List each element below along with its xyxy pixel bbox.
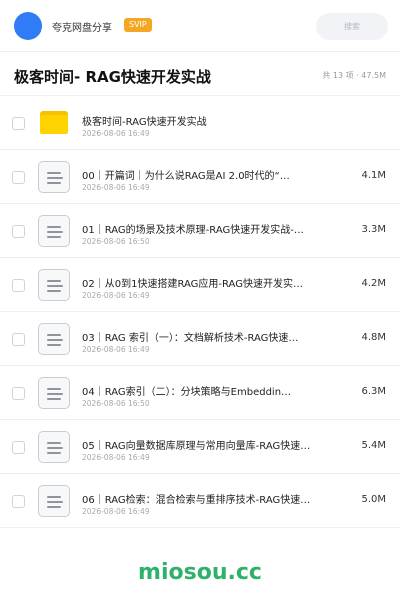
file-name: 03｜RAG 索引（一）：文档解析技术-RAG快速… [82,333,299,344]
select-checkbox[interactable] [12,117,25,130]
document-icon [38,431,70,463]
select-checkbox[interactable] [12,171,25,184]
watermark-text: miosou.cc [138,560,262,585]
select-checkbox[interactable] [12,387,25,400]
folder-icon [38,107,70,139]
file-size: 5.4M [361,440,386,451]
search-input[interactable]: 搜索 [316,13,388,40]
list-item[interactable]: 00｜开篇词｜为什么说RAG是AI 2.0时代的“… 2026-08-06 16… [0,150,400,204]
select-checkbox[interactable] [12,279,25,292]
avatar[interactable] [14,12,42,40]
document-icon [38,269,70,301]
document-icon [38,323,70,355]
file-size: 4.2M [361,278,386,289]
file-date: 2026-08-06 16:49 [82,453,150,462]
document-icon [38,161,70,193]
file-size: 5.0M [361,494,386,505]
list-item[interactable]: 03｜RAG 索引（一）：文档解析技术-RAG快速… 2026-08-06 16… [0,312,400,366]
brand-label: 夸克网盘分享 [52,23,112,34]
file-date: 2026-08-06 16:50 [82,399,150,408]
file-date: 2026-08-06 16:49 [82,129,150,138]
file-size: 4.8M [361,332,386,343]
file-date: 2026-08-06 16:49 [82,507,150,516]
page-title: 极客时间- RAG快速开发实战 [14,68,211,86]
list-item[interactable]: 06｜RAG检索：混合检索与重排序技术-RAG快速… 2026-08-06 16… [0,474,400,528]
file-date: 2026-08-06 16:49 [82,291,150,300]
document-icon [38,377,70,409]
list-item[interactable]: 05｜RAG向量数据库原理与常用向量库-RAG快速… 2026-08-06 16… [0,420,400,474]
svip-badge: SVIP [124,18,152,32]
file-size: 3.3M [361,224,386,235]
list-item[interactable]: 01｜RAG的场景及技术原理-RAG快速开发实战-… 2026-08-06 16… [0,204,400,258]
file-name: 05｜RAG向量数据库原理与常用向量库-RAG快速… [82,441,311,452]
list-item[interactable]: 02｜从0到1快速搭建RAG应用-RAG快速开发实… 2026-08-06 16… [0,258,400,312]
top-bar: 夸克网盘分享 SVIP 搜索 [0,0,400,52]
file-date: 2026-08-06 16:49 [82,183,150,192]
select-checkbox[interactable] [12,441,25,454]
file-date: 2026-08-06 16:50 [82,237,150,246]
file-name: 02｜从0到1快速搭建RAG应用-RAG快速开发实… [82,279,303,290]
select-checkbox[interactable] [12,225,25,238]
list-item[interactable]: 极客时间-RAG快速开发实战 2026-08-06 16:49 [0,96,400,150]
file-size: 4.1M [361,170,386,181]
file-name: 01｜RAG的场景及技术原理-RAG快速开发实战-… [82,225,304,236]
file-size: 6.3M [361,386,386,397]
document-icon [38,485,70,517]
file-name: 极客时间-RAG快速开发实战 [82,117,207,128]
document-icon [38,215,70,247]
share-header: 极客时间- RAG快速开发实战 共 13 项 · 47.5M [0,52,400,96]
file-name: 06｜RAG检索：混合检索与重排序技术-RAG快速… [82,495,311,506]
list-item[interactable]: 04｜RAG索引（二）：分块策略与Embeddin… 2026-08-06 16… [0,366,400,420]
file-name: 04｜RAG索引（二）：分块策略与Embeddin… [82,387,292,398]
file-name: 00｜开篇词｜为什么说RAG是AI 2.0时代的“… [82,171,290,182]
select-checkbox[interactable] [12,333,25,346]
file-list: 极客时间-RAG快速开发实战 2026-08-06 16:49 00｜开篇词｜为… [0,96,400,528]
file-count-summary: 共 13 项 · 47.5M [322,71,386,80]
select-checkbox[interactable] [12,495,25,508]
file-date: 2026-08-06 16:49 [82,345,150,354]
